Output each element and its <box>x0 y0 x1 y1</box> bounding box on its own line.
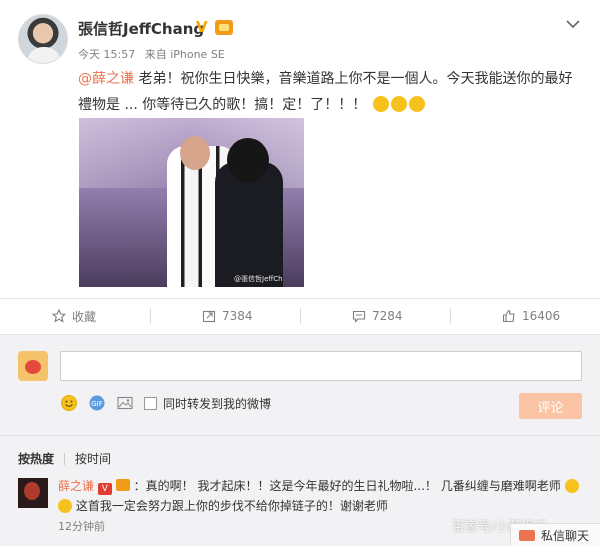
emoji-icon <box>390 96 407 112</box>
divider <box>450 308 451 324</box>
collect-label: 收藏 <box>72 309 97 324</box>
post-text-line2: 禮物是 ... 你等待已久的歌！搞！定！了！！！ <box>78 97 367 113</box>
comment-item: 薛之谦 V ：真的啊！ 我才起床！！这是今年最好的生日礼物啦...！ 几番纠缠与… <box>18 476 588 546</box>
commenter-name[interactable]: 薛之谦 <box>58 479 94 493</box>
forward-checkbox[interactable] <box>144 396 157 410</box>
comment-line2: 这首我一定会努力跟上你的步伐不给你掉链子的！谢谢老师 <box>58 496 588 516</box>
post-time[interactable]: 今天 15:57 <box>78 48 135 61</box>
author-name[interactable]: 張信哲JeffChang <box>78 18 204 39</box>
sort-by-hot-tab[interactable]: 按热度 <box>18 450 54 467</box>
comment-line1: 薛之谦 V ：真的啊！ 我才起床！！这是今年最好的生日礼物啦...！ 几番纠缠与… <box>58 476 588 496</box>
post-text: @薛之谦 老弟！祝你生日快樂，音樂道路上你不是一個人。今天我能送你的最好 禮物是… <box>78 66 588 118</box>
repost-count: 7384 <box>222 309 253 323</box>
envelope-icon <box>519 529 535 541</box>
photo-watermark: @張信哲JeffCh <box>234 275 283 283</box>
submit-comment-button[interactable]: 评论 <box>519 393 582 419</box>
mention-link[interactable]: @薛之谦 <box>78 71 134 87</box>
emoji-group <box>371 92 425 118</box>
divider <box>0 435 600 436</box>
sort-by-time-tab[interactable]: 按时间 <box>75 450 111 467</box>
direct-message-button[interactable]: 私信聊天 <box>510 523 600 546</box>
like-button[interactable]: 16406 <box>502 308 560 324</box>
comment-text-line2: 这首我一定会努力跟上你的步伐不给你掉链子的！谢谢老师 <box>72 499 388 513</box>
svg-text:GIF: GIF <box>91 400 103 408</box>
commenter-avatar[interactable] <box>18 478 48 508</box>
dm-label: 私信聊天 <box>541 528 590 543</box>
forward-label[interactable]: 同时转发到我的微博 <box>163 395 271 412</box>
chevron-down-icon[interactable] <box>566 14 580 33</box>
comments-panel: GIF 同时转发到我的微博 评论 按热度 按时间 薛之谦 V ：真的啊！ 我才起… <box>0 335 600 546</box>
vip-crown-icon <box>115 479 130 491</box>
comment-text-line1: ：真的啊！ 我才起床！！这是今年最好的生日礼物啦...！ 几番纠缠与磨难啊老师 <box>133 479 561 493</box>
divider <box>300 308 301 324</box>
vip-crown-icon <box>215 20 233 35</box>
smiley-icon[interactable] <box>60 394 78 412</box>
composer-tools: GIF 同时转发到我的微博 <box>60 393 271 413</box>
comment-icon <box>352 309 366 323</box>
divider <box>150 308 151 324</box>
author-avatar[interactable] <box>18 14 68 64</box>
like-count: 16406 <box>522 309 561 323</box>
emoji-icon <box>372 96 389 112</box>
repost-icon <box>202 309 216 323</box>
image-icon[interactable] <box>116 394 134 412</box>
action-bar: 收藏 7384 7284 16406 <box>0 298 600 334</box>
emoji-icon <box>408 96 425 112</box>
star-icon <box>51 308 67 323</box>
comment-sort: 按热度 按时间 <box>18 450 111 467</box>
comment-input[interactable] <box>60 351 582 381</box>
post-meta: 今天 15:57 来自 iPhone SE <box>78 46 231 62</box>
post-source: 来自 iPhone SE <box>144 48 225 61</box>
emoji-icon <box>564 479 579 493</box>
repost-button[interactable]: 7384 <box>202 308 253 324</box>
comment-time: 12分钟前 <box>58 520 105 533</box>
gif-icon[interactable]: GIF <box>88 394 106 412</box>
emoji-icon <box>58 499 72 513</box>
post-photo[interactable]: @張信哲JeffCh <box>79 118 304 287</box>
vip-badge: V <box>97 483 112 495</box>
my-avatar <box>18 351 48 381</box>
collect-button[interactable]: 收藏 <box>51 308 97 324</box>
like-icon <box>502 309 516 323</box>
post-text-line1: 老弟！祝你生日快樂，音樂道路上你不是一個人。今天我能送你的最好 <box>134 71 573 87</box>
verified-badge: V <box>196 18 208 36</box>
comment-button[interactable]: 7284 <box>352 308 403 324</box>
comment-count: 7284 <box>372 309 403 323</box>
weibo-post: 張信哲JeffChang V 今天 15:57 来自 iPhone SE @薛之… <box>0 0 600 298</box>
